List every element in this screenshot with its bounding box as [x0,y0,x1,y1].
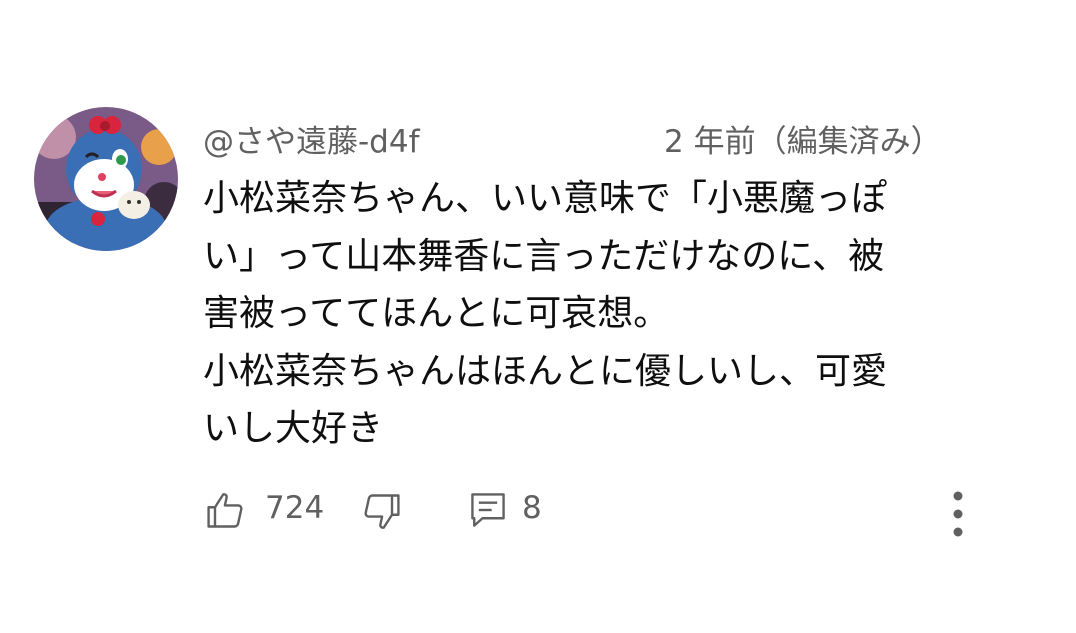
thumbs-up-icon [207,493,243,528]
comment-text-line: い」って山本舞香に言っただけなのに、被 [203,235,885,277]
comment-item: @さや遠藤-d4f 2 年前（編集済み） 小松菜奈ちゃん、いい意味で「小悪魔っぽ… [0,0,1076,633]
thumbs-down-icon [364,494,400,529]
comment-text-line: 害被っててほんとに可哀想。 [203,293,670,334]
comment-text-line: 小松菜奈ちゃん、いい意味で「小悪魔っぽ [203,178,888,219]
more-options-button[interactable] [938,484,978,540]
comment-timestamp[interactable]: 2 年前（編集済み） [664,116,942,161]
comment-text-line: いし大好き [203,408,384,449]
reply-comment-icon [471,493,505,527]
dislike-button[interactable] [359,490,403,534]
comment-text: 小松菜奈ちゃん、いい意味で「小悪魔っぽ い」って山本舞香に言っただけなのに、被 … [203,170,1023,458]
comment-text-line: 小松菜奈ちゃんはほんとに優しいし、可愛 [203,350,888,392]
reply-count: 8 [522,490,542,526]
avatar[interactable] [34,107,178,251]
reply-button[interactable] [466,488,510,532]
like-count: 724 [265,490,325,526]
comment-action-bar: 724 8 [0,480,1076,540]
comment-author[interactable]: @さや遠藤-d4f [203,116,420,161]
avatar-image [34,107,178,251]
more-vertical-icon [953,491,963,537]
like-button[interactable] [204,488,248,532]
